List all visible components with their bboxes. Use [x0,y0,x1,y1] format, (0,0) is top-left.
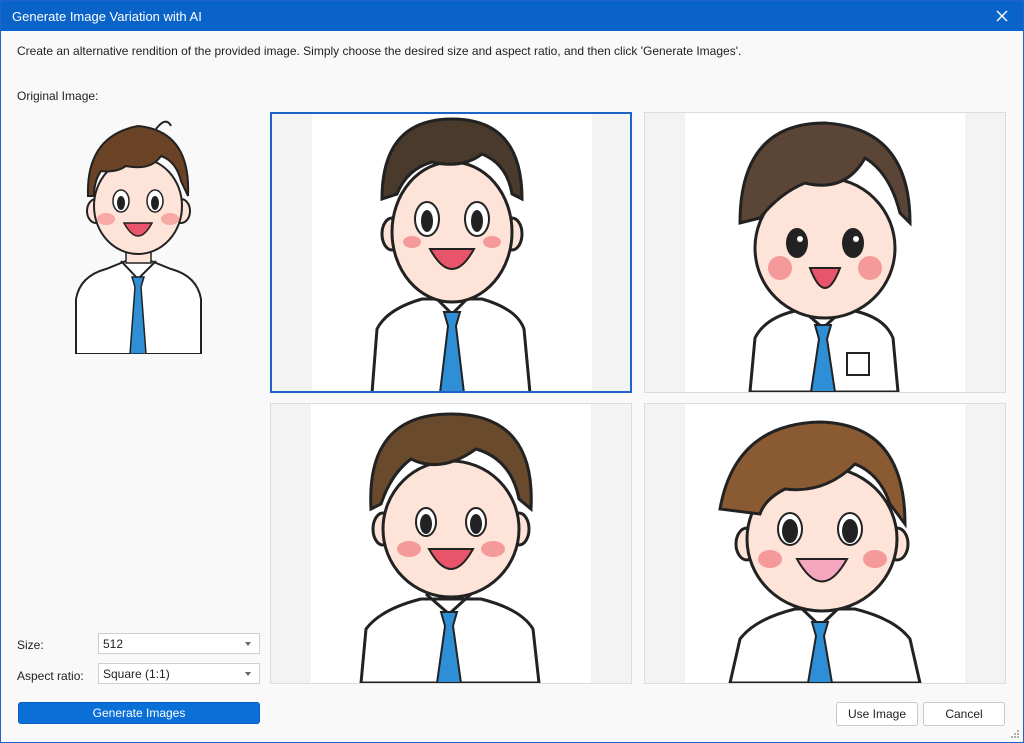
dialog-title: Generate Image Variation with AI [12,9,202,24]
variation-tile-4[interactable] [644,403,1006,684]
variation-tile-3[interactable] [270,403,632,684]
close-icon [996,10,1008,22]
variation-image-2 [738,121,912,392]
chevron-down-icon [245,672,251,676]
size-label: Size: [17,638,44,652]
generate-variation-dialog: Generate Image Variation with AI Create … [0,0,1024,743]
title-bar: Generate Image Variation with AI [1,1,1023,31]
size-select-value: 512 [103,637,124,651]
variation-image-1 [370,117,532,391]
size-select[interactable]: 512 [98,633,260,654]
variation-tile-2[interactable] [644,112,1006,393]
variation-image-3 [359,412,541,683]
aspect-ratio-label: Aspect ratio: [17,669,84,683]
close-button[interactable] [991,5,1013,27]
generate-images-button[interactable]: Generate Images [18,702,260,724]
resize-grip-icon[interactable] [1010,729,1020,739]
cancel-button[interactable]: Cancel [923,702,1005,726]
variation-image-4 [718,420,922,683]
original-image [75,120,202,354]
aspect-ratio-select[interactable]: Square (1:1) [98,663,260,684]
original-image-label: Original Image: [17,89,99,103]
aspect-ratio-select-value: Square (1:1) [103,667,170,681]
chevron-down-icon [245,642,251,646]
dialog-description: Create an alternative rendition of the p… [17,44,742,58]
use-image-button[interactable]: Use Image [836,702,918,726]
variation-tile-1[interactable] [270,112,632,393]
